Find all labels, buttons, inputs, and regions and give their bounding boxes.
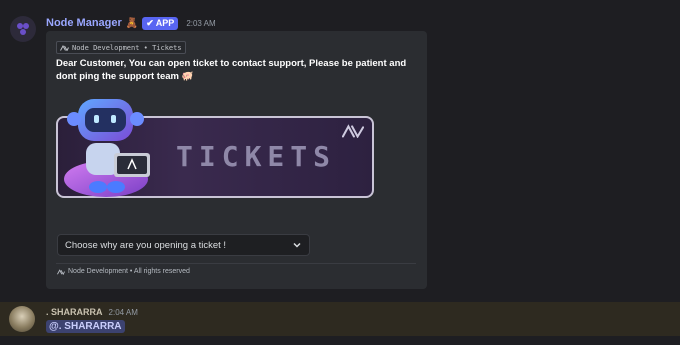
embed-footer: Node Development • All rights reserved — [57, 268, 190, 275]
footer-divider — [56, 263, 416, 264]
embed: Node Development • Tickets Dear Customer… — [46, 31, 427, 289]
user-avatar[interactable] — [9, 306, 35, 332]
username[interactable]: Node Manager — [46, 17, 122, 29]
timestamp: 2:04 AM — [108, 307, 138, 317]
message-header: . SHARARRA 2:04 AM — [46, 307, 138, 317]
bot-avatar[interactable] — [10, 16, 36, 42]
username[interactable]: . SHARARRA — [46, 307, 103, 317]
teddy-bear-emoji: 🧸 — [125, 17, 139, 29]
embed-author-text: Node Development • Tickets — [72, 43, 182, 52]
embed-author: Node Development • Tickets — [56, 41, 186, 54]
message-node-manager: Node Manager 🧸 ✔ APP 2:03 AM Node Develo… — [0, 0, 680, 300]
chat-area: Node Manager 🧸 ✔ APP 2:03 AM Node Develo… — [0, 0, 680, 345]
node-logo-icon — [60, 44, 69, 51]
message-sharara: . SHARARRA 2:04 AM @. SHARARRA — [0, 302, 680, 336]
robot-mascot-icon — [64, 99, 150, 197]
chevron-down-icon — [293, 242, 301, 248]
user-mention[interactable]: @. SHARARRA — [46, 320, 125, 333]
message-header: Node Manager 🧸 ✔ APP 2:03 AM — [46, 15, 216, 31]
node-logo-icon — [342, 124, 364, 138]
select-placeholder: Choose why are you opening a ticket ! — [65, 239, 227, 251]
verified-check-icon: ✔ — [146, 17, 154, 28]
ticket-reason-select[interactable]: Choose why are you opening a ticket ! — [57, 234, 310, 256]
embed-description: Dear Customer, You can open ticket to co… — [56, 58, 407, 82]
node-logo-icon — [57, 268, 65, 275]
footer-text: Node Development • All rights reserved — [68, 268, 190, 275]
app-tag: ✔ APP — [142, 16, 179, 30]
banner-title: TICKETS — [176, 140, 337, 173]
timestamp: 2:03 AM — [186, 18, 216, 28]
app-tag-label: APP — [155, 18, 175, 28]
